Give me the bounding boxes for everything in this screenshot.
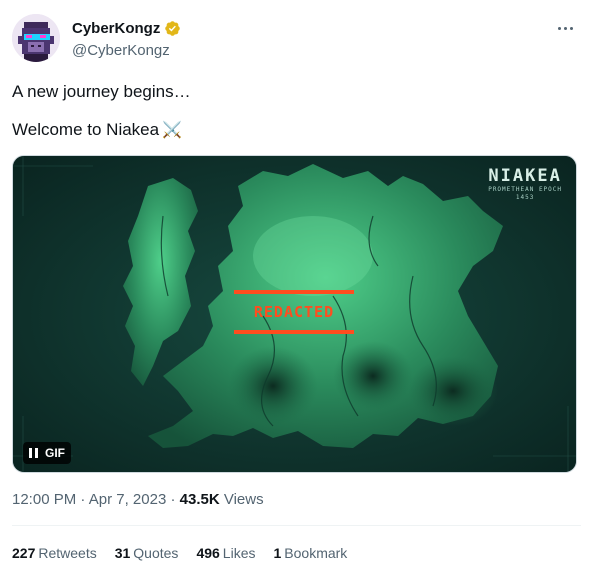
meta-separator: · — [170, 491, 176, 508]
likes-count: 496 — [196, 545, 220, 561]
map-subtitle: PROMETHEAN EPOCH — [488, 186, 562, 193]
likes-label: Likes — [222, 545, 256, 561]
pause-icon — [29, 448, 38, 458]
bookmarks-stat[interactable]: 1 Bookmark — [273, 545, 347, 561]
retweets-count: 227 — [12, 545, 36, 561]
tweet-meta: 12:00 PM · Apr 7, 2023 · 43.5K Views — [12, 491, 264, 508]
engagement-stats: 227 Retweets 31 Quotes 496 Likes 1 Bookmark — [12, 545, 347, 561]
author-display-name[interactable]: CyberKongz — [72, 20, 160, 37]
views-count: 43.5K — [179, 491, 220, 508]
tweet-text: A new journey begins… Welcome to Niakea ⚔… — [12, 80, 581, 143]
retweets-stat[interactable]: 227 Retweets — [12, 545, 97, 561]
divider — [12, 525, 581, 526]
likes-stat[interactable]: 496 Likes — [196, 545, 255, 561]
map-title: NIAKEA — [488, 166, 562, 186]
verified-badge-icon — [165, 21, 181, 36]
retweets-label: Retweets — [38, 545, 97, 561]
tweet-line: Welcome to Niakea ⚔️ — [12, 118, 581, 143]
kong-avatar-icon — [12, 14, 60, 62]
gif-label: GIF — [45, 446, 65, 460]
map-title-block: NIAKEA PROMETHEAN EPOCH 1453 — [488, 166, 562, 202]
bookmarks-label: Bookmark — [284, 545, 348, 561]
tweet-media-gif[interactable]: NIAKEA PROMETHEAN EPOCH 1453 REDACTED GI… — [12, 155, 577, 473]
crossed-swords-emoji: ⚔️ — [162, 122, 183, 139]
meta-separator: · — [80, 491, 86, 508]
gif-pause-button[interactable]: GIF — [23, 442, 71, 464]
tweet-line-text: Welcome to Niakea — [12, 120, 160, 139]
views-label: Views — [223, 491, 264, 508]
more-options-icon[interactable] — [553, 18, 577, 38]
quotes-stat[interactable]: 31 Quotes — [115, 545, 179, 561]
quotes-label: Quotes — [133, 545, 179, 561]
tweet-line: A new journey begins… — [12, 82, 191, 101]
map-subtitle-year: 1453 — [515, 194, 535, 201]
redacted-label: REDACTED — [234, 290, 354, 334]
tweet-date[interactable]: Apr 7, 2023 — [89, 491, 167, 508]
author-handle[interactable]: @CyberKongz — [72, 42, 170, 59]
tweet-time[interactable]: 12:00 PM — [12, 491, 76, 508]
quotes-count: 31 — [114, 545, 131, 561]
avatar[interactable] — [12, 14, 60, 62]
tweet-header: CyberKongz @CyberKongz — [12, 14, 581, 66]
bookmarks-count: 1 — [273, 545, 282, 561]
